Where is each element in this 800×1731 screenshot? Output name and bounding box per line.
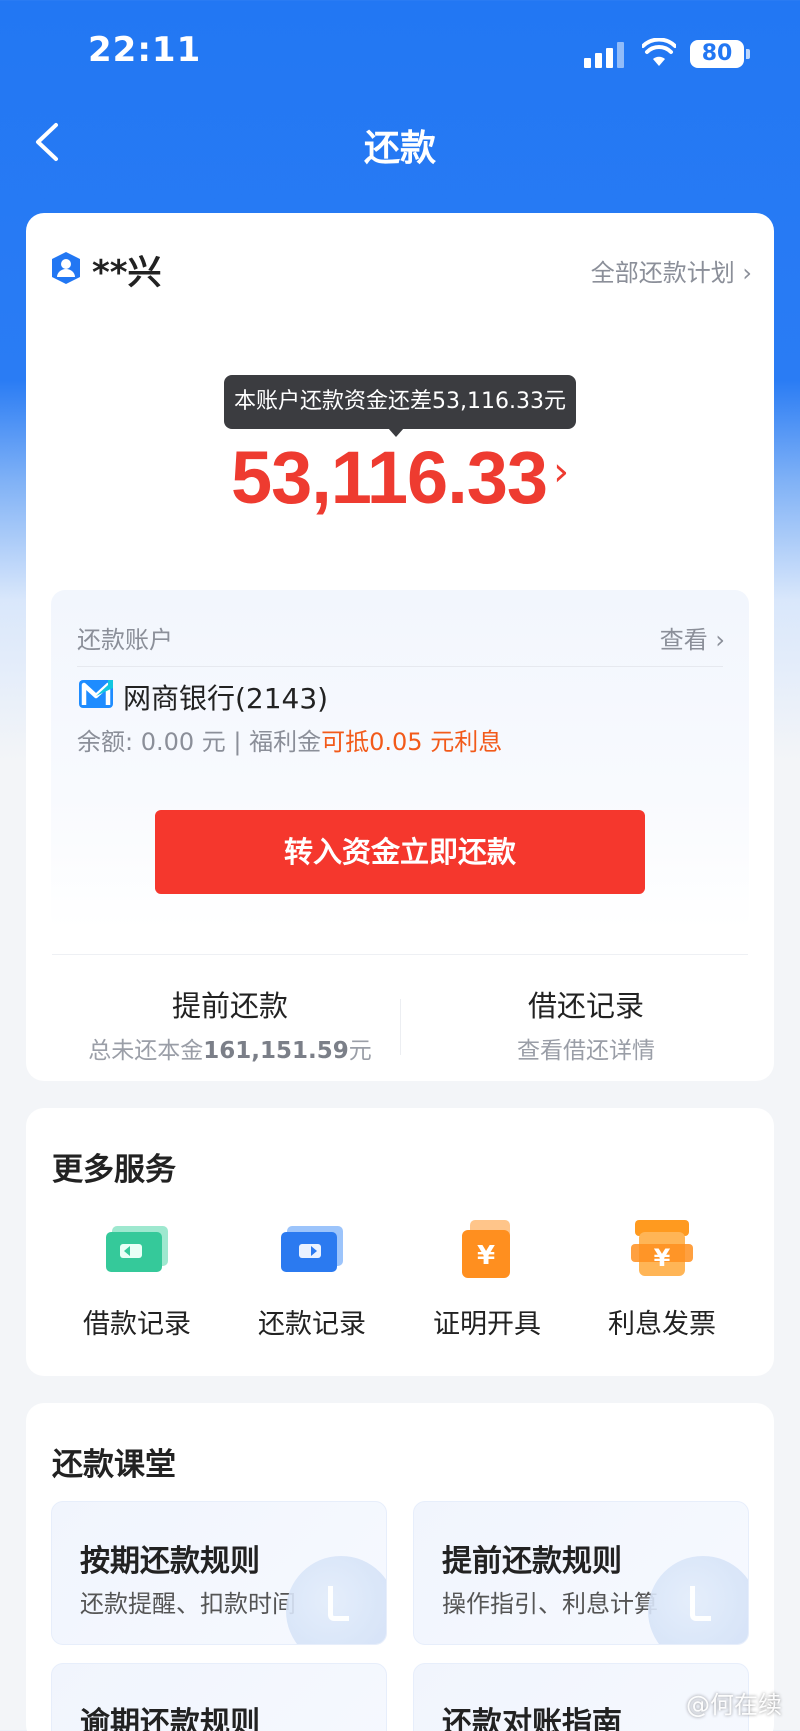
service-invoice[interactable]: ¥ 利息发票 (577, 1218, 747, 1341)
service-borrow-record[interactable]: 借款记录 (52, 1218, 222, 1341)
battery-icon: 80 (690, 40, 750, 68)
bank-name: 网商银行(2143) (123, 682, 329, 715)
rule-card-scheduled[interactable]: 按期还款规则 还款提醒、扣款时间 (51, 1501, 387, 1645)
rule-title: 按期还款规则 (80, 1544, 260, 1579)
service-certificate[interactable]: ¥ 证明开具 (402, 1218, 572, 1341)
watermark: @何在续 (686, 1691, 782, 1719)
clock-icon (648, 1556, 748, 1644)
rule-title: 还款对账指南 (442, 1706, 622, 1731)
account-label: 还款账户 (77, 626, 173, 654)
prepay-sub: 总未还本金161,151.59元 (60, 1031, 400, 1065)
prepay-title: 提前还款 (171, 989, 288, 1023)
overdue-amount[interactable]: 53,116.33 (231, 436, 548, 519)
service-label: 还款记录 (258, 1309, 366, 1340)
service-label: 利息发票 (608, 1309, 716, 1340)
mybank-logo-icon (79, 680, 113, 708)
clock-icon (286, 1556, 386, 1644)
service-label: 借款记录 (83, 1309, 191, 1340)
nav-bar: 还款 (0, 105, 800, 180)
user-shield-icon (52, 252, 80, 284)
rule-title: 提前还款规则 (442, 1544, 622, 1579)
balance-prefix: 余额: 0.00 元 | 福利金 (77, 728, 322, 756)
wifi-icon (642, 38, 676, 66)
page-title: 还款 (363, 128, 436, 169)
signal-icon (584, 42, 626, 68)
transfer-pay-button[interactable]: 转入资金立即还款 (155, 810, 645, 894)
rule-card-overdue[interactable]: 逾期还款规则 (51, 1663, 387, 1731)
balance-text: 余额: 0.00 元 | 福利金可抵0.05 元利息 (77, 722, 502, 757)
loan-history-title: 借还记录 (527, 989, 644, 1023)
section-title: 还款课堂 (52, 1447, 176, 1483)
loan-history-action[interactable]: 借还记录 查看借还详情 (416, 983, 756, 1065)
rule-sub: 操作指引、利息计算 (442, 1590, 658, 1618)
rule-sub: 还款提醒、扣款时间 (80, 1590, 296, 1618)
remaining-principal: 161,151.59 (203, 1038, 349, 1064)
more-services-card: 更多服务 借款记录 还款记录 ¥ 证明开具 ¥ 利息发票 (26, 1108, 774, 1376)
status-time: 22:11 (88, 30, 202, 70)
repay-classroom-card: 还款课堂 按期还款规则 还款提醒、扣款时间 提前还款规则 操作指引、利息计算 逾… (26, 1403, 774, 1731)
service-repay-record[interactable]: 还款记录 (227, 1218, 397, 1341)
invoice-icon: ¥ (631, 1220, 693, 1276)
certificate-icon: ¥ (462, 1220, 510, 1278)
svg-text:¥: ¥ (477, 1241, 495, 1271)
status-bar: 22:11 80 (0, 0, 800, 105)
borrow-record-icon (106, 1226, 168, 1272)
svg-text:¥: ¥ (654, 1244, 671, 1272)
account-view-link[interactable]: 查看 › (660, 620, 725, 655)
rule-card-prepay[interactable]: 提前还款规则 操作指引、利息计算 (413, 1501, 749, 1645)
welfare-highlight: 可抵0.05 元利息 (321, 728, 503, 756)
section-title: 更多服务 (52, 1152, 176, 1188)
overdue-amount-row[interactable]: 53,116.33 › (26, 435, 774, 520)
prepay-sub-suffix: 元 (348, 1038, 372, 1064)
divider (52, 954, 748, 955)
rule-title: 逾期还款规则 (80, 1706, 260, 1731)
user-name: **兴 (92, 253, 162, 293)
repay-record-icon (281, 1226, 343, 1272)
chevron-right-icon[interactable]: › (553, 449, 569, 495)
service-label: 证明开具 (433, 1309, 541, 1340)
loan-history-sub: 查看借还详情 (517, 1038, 655, 1064)
repayment-card: **兴 全部还款计划 › 你已逾期，请尽快还款(元) 53,116.33› 还款… (26, 213, 774, 1081)
prepay-sub-prefix: 总未还本金 (88, 1038, 204, 1064)
all-plans-link[interactable]: 全部还款计划 › (591, 253, 752, 288)
shortfall-tooltip: 本账户还款资金还差53,116.33元 (224, 375, 576, 437)
divider (77, 666, 723, 667)
prepay-action[interactable]: 提前还款 总未还本金161,151.59元 (60, 983, 400, 1065)
divider (400, 999, 401, 1055)
